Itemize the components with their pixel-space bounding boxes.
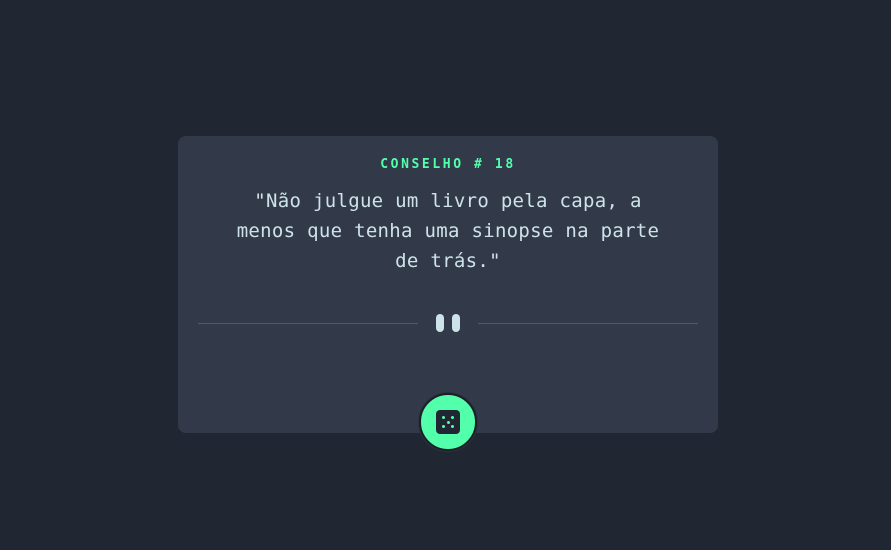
advice-id: CONSELHO # 18 xyxy=(380,157,516,172)
divider-line-left xyxy=(198,323,418,324)
pause-icon xyxy=(436,314,460,332)
divider xyxy=(198,310,698,334)
advice-card: CONSELHO # 18 "Não julgue um livro pela … xyxy=(178,136,718,433)
divider-line-right xyxy=(478,323,698,324)
advice-quote: "Não julgue um livro pela capa, a menos … xyxy=(236,190,660,272)
new-advice-button[interactable] xyxy=(419,393,477,451)
dice-icon xyxy=(436,410,460,434)
